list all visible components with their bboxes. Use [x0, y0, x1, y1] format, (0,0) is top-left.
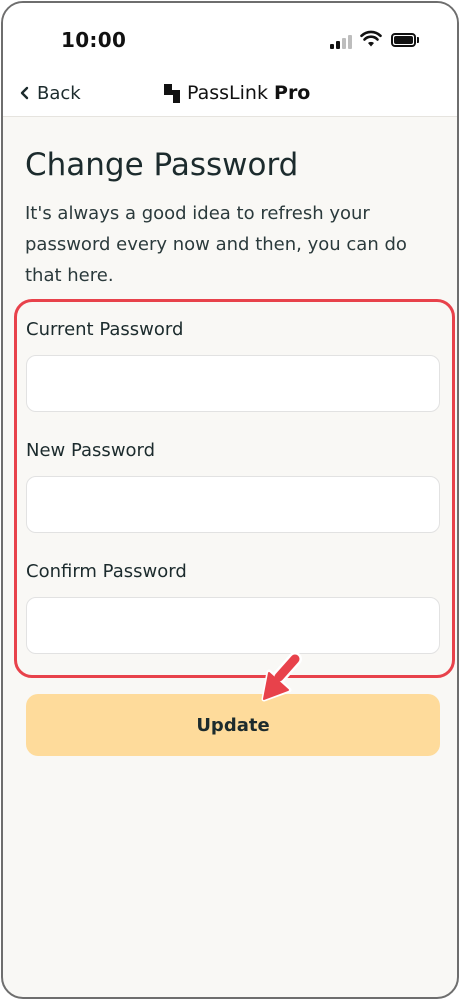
brand: PassLink Pro [163, 79, 310, 107]
current-password-field[interactable] [26, 355, 440, 412]
page-title: Change Password [25, 147, 299, 183]
pointer-arrow-icon [261, 653, 302, 702]
chevron-left-icon [20, 86, 29, 100]
cellular-signal-icon [330, 33, 356, 49]
brand-suffix: Pro [274, 82, 311, 104]
brand-name: PassLink Pro [187, 82, 311, 104]
confirm-password-label: Confirm Password [26, 561, 187, 582]
back-label: Back [37, 82, 81, 104]
status-bar: 10:00 [3, 3, 457, 75]
page-description: It's always a good idea to refresh your … [25, 203, 407, 286]
phone-frame: 10:00 Back PassLink Pro Change Password … [1, 1, 459, 999]
new-password-label: New Password [26, 440, 156, 461]
nav-bar: Back PassLink Pro [3, 75, 457, 115]
battery-icon [391, 33, 419, 47]
status-time: 10:00 [61, 28, 127, 52]
passlink-logo-icon [164, 84, 180, 103]
back-button[interactable]: Back [19, 81, 81, 105]
update-button[interactable]: Update [26, 694, 440, 756]
confirm-password-field[interactable] [26, 597, 440, 654]
current-password-label: Current Password [26, 319, 184, 340]
app-header: 10:00 Back PassLink Pro [3, 3, 457, 117]
wifi-icon [360, 30, 382, 47]
new-password-field[interactable] [26, 476, 440, 533]
